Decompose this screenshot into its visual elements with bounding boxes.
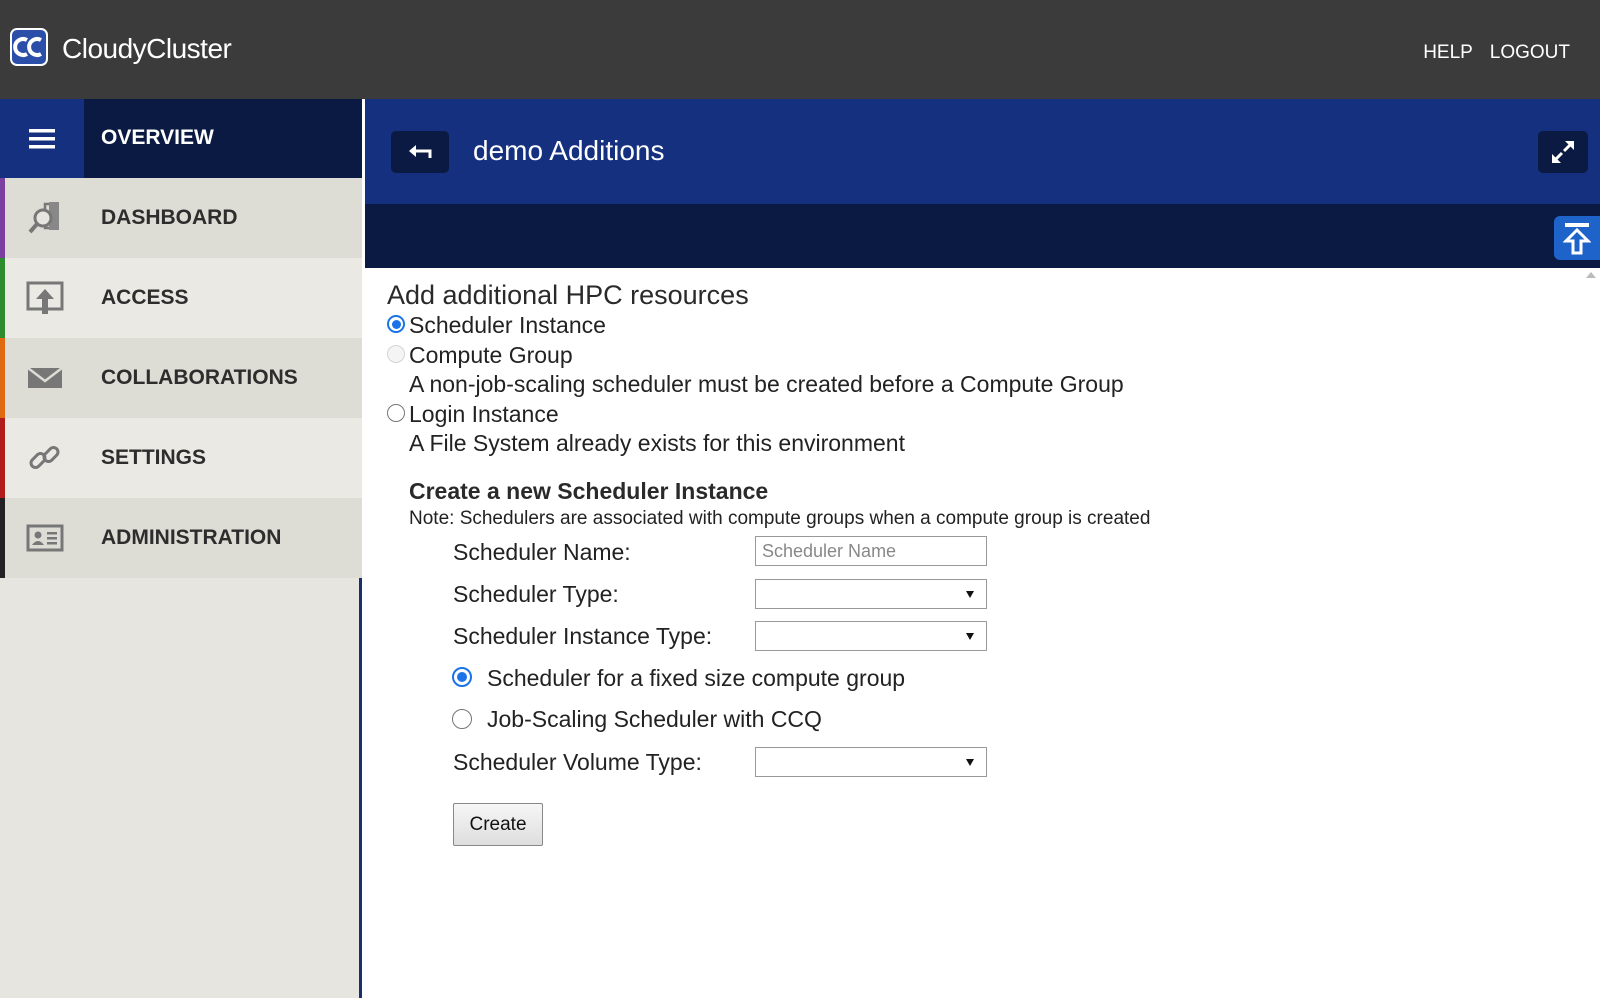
sidebar-item-collaborations[interactable]: COLLABORATIONS bbox=[0, 338, 362, 418]
form-title: Create a new Scheduler Instance bbox=[409, 478, 769, 504]
top-links: HELP LOGOUT bbox=[1411, 42, 1570, 64]
scheduler-instance-radio[interactable] bbox=[387, 315, 405, 333]
job-scaling-scheduler-radio[interactable] bbox=[452, 709, 472, 729]
page-title: demo Additions bbox=[473, 135, 665, 166]
login-instance-note: A File System already exists for this en… bbox=[409, 430, 905, 456]
scheduler-name-input[interactable] bbox=[755, 536, 987, 566]
scheduler-volume-type-select[interactable] bbox=[755, 747, 987, 777]
logout-link[interactable]: LOGOUT bbox=[1490, 42, 1570, 63]
scrollbar[interactable] bbox=[1582, 268, 1600, 998]
back-button[interactable] bbox=[391, 131, 449, 173]
sidebar-item-overview[interactable]: OVERVIEW bbox=[0, 99, 362, 178]
form-note: Note: Schedulers are associated with com… bbox=[409, 508, 1151, 529]
scheduler-instance-type-label: Scheduler Instance Type: bbox=[453, 623, 713, 649]
envelope-icon bbox=[27, 367, 63, 388]
login-instance-radio[interactable] bbox=[387, 404, 405, 422]
compute-group-note: A non-job-scaling scheduler must be crea… bbox=[409, 371, 1124, 397]
job-scaling-scheduler-label[interactable]: Job-Scaling Scheduler with CCQ bbox=[487, 706, 822, 733]
brand-name[interactable]: CloudyCluster bbox=[62, 33, 232, 65]
help-link[interactable]: HELP bbox=[1423, 42, 1472, 63]
sidebar-item-label: ADMINISTRATION bbox=[101, 526, 282, 549]
scroll-up-arrow-icon[interactable] bbox=[1586, 272, 1596, 278]
dropdown-caret-icon bbox=[966, 633, 974, 640]
link-icon bbox=[29, 446, 60, 469]
sidebar-item-label: COLLABORATIONS bbox=[101, 366, 298, 389]
expand-icon bbox=[1552, 141, 1574, 163]
access-upload-icon bbox=[26, 281, 64, 314]
scheduler-type-label: Scheduler Type: bbox=[453, 581, 619, 607]
sidebar-item-label: ACCESS bbox=[101, 286, 189, 309]
scheduler-instance-type-select[interactable] bbox=[755, 621, 987, 651]
sidebar-item-access[interactable]: ACCESS bbox=[0, 258, 362, 338]
sidebar-item-label: DASHBOARD bbox=[101, 206, 238, 229]
create-button[interactable]: Create bbox=[453, 803, 543, 846]
scheduler-volume-type-label: Scheduler Volume Type: bbox=[453, 749, 702, 775]
dashboard-icon bbox=[28, 202, 59, 234]
compute-group-radio[interactable] bbox=[387, 345, 405, 363]
id-card-icon bbox=[26, 524, 64, 552]
fixed-size-scheduler-label[interactable]: Scheduler for a fixed size compute group bbox=[487, 665, 905, 692]
cloudycluster-logo-icon[interactable] bbox=[10, 28, 48, 66]
login-instance-label[interactable]: Login Instance bbox=[409, 401, 559, 428]
scroll-to-top-icon bbox=[1563, 223, 1591, 255]
dropdown-caret-icon bbox=[966, 591, 974, 598]
dropdown-caret-icon bbox=[966, 759, 974, 766]
menu-toggle-button[interactable] bbox=[0, 99, 84, 178]
sub-header-bar bbox=[365, 204, 1600, 268]
section-heading: Add additional HPC resources bbox=[387, 280, 749, 310]
scheduler-instance-label[interactable]: Scheduler Instance bbox=[409, 312, 606, 339]
main-content: Add additional HPC resources Scheduler I… bbox=[365, 268, 1600, 998]
sidebar-item-label: SETTINGS bbox=[101, 446, 207, 469]
scheduler-type-select[interactable] bbox=[755, 579, 987, 609]
top-bar: CloudyCluster HELP LOGOUT bbox=[0, 0, 1600, 99]
sidebar-item-label: OVERVIEW bbox=[101, 126, 214, 149]
sidebar-item-dashboard[interactable]: DASHBOARD bbox=[0, 178, 362, 258]
scroll-top-button[interactable] bbox=[1554, 216, 1600, 260]
sidebar-item-administration[interactable]: ADMINISTRATION bbox=[0, 498, 362, 578]
sidebar: OVERVIEW DASHBOARD ACCESS COLLABORATIONS… bbox=[0, 99, 362, 998]
expand-button[interactable] bbox=[1538, 131, 1588, 173]
sidebar-item-settings[interactable]: SETTINGS bbox=[0, 418, 362, 498]
back-arrow-icon bbox=[409, 145, 432, 158]
fixed-size-scheduler-radio[interactable] bbox=[452, 667, 472, 687]
hamburger-icon bbox=[29, 128, 55, 148]
page-header: demo Additions bbox=[365, 99, 1600, 204]
compute-group-label[interactable]: Compute Group bbox=[409, 342, 573, 369]
scheduler-name-label: Scheduler Name: bbox=[453, 539, 631, 565]
